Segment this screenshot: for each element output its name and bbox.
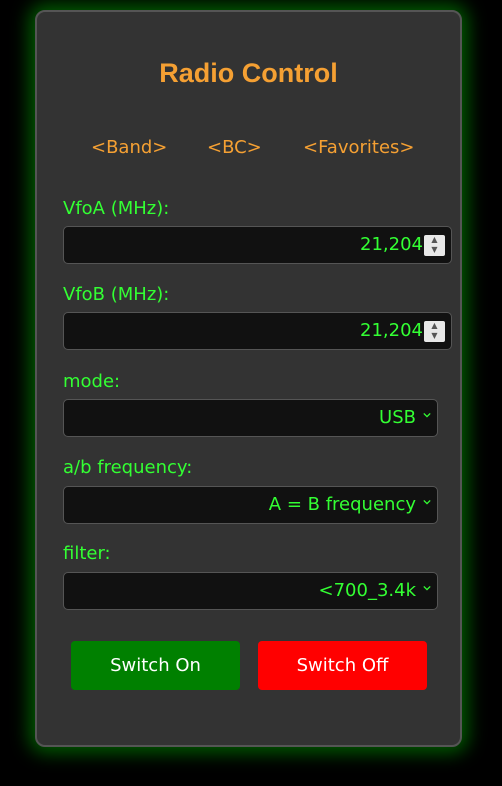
switch-off-button[interactable]: Switch Off	[258, 641, 427, 690]
filter-value: <700_3.4k	[318, 580, 417, 601]
vfoa-label: VfoA (MHz):	[63, 198, 170, 219]
chevron-down-icon	[423, 585, 431, 591]
vfob-input[interactable]: 21,204 ▲ ▼	[63, 312, 452, 350]
vfob-value: 21,204	[360, 320, 423, 341]
vfob-spinner[interactable]: ▲ ▼	[424, 321, 445, 342]
mode-select[interactable]: USB	[63, 399, 438, 437]
filter-select[interactable]: <700_3.4k	[63, 572, 438, 610]
nav-links: <Band> <BC> <Favorites>	[37, 137, 460, 161]
filter-label: filter:	[63, 543, 111, 564]
ab-frequency-select[interactable]: A = B frequency	[63, 486, 438, 524]
spinner-up-icon[interactable]: ▲	[429, 321, 440, 331]
nav-link-bc[interactable]: <BC>	[207, 137, 262, 158]
nav-link-band[interactable]: <Band>	[91, 137, 167, 158]
nav-link-favorites[interactable]: <Favorites>	[303, 137, 414, 158]
spinner-down-icon[interactable]: ▼	[429, 245, 440, 255]
mode-label: mode:	[63, 371, 121, 392]
chevron-down-icon	[423, 412, 431, 418]
vfoa-value: 21,204	[360, 234, 423, 255]
chevron-down-icon	[423, 499, 431, 505]
vfoa-input[interactable]: 21,204 ▲ ▼	[63, 226, 452, 264]
ab-frequency-value: A = B frequency	[268, 494, 416, 515]
vfob-label: VfoB (MHz):	[63, 284, 170, 305]
mode-value: USB	[379, 407, 416, 428]
radio-control-panel: Radio Control <Band> <BC> <Favorites> Vf…	[35, 10, 462, 747]
spinner-up-icon[interactable]: ▲	[429, 235, 440, 245]
ab-frequency-label: a/b frequency:	[63, 457, 193, 478]
vfoa-spinner[interactable]: ▲ ▼	[424, 235, 445, 256]
spinner-down-icon[interactable]: ▼	[429, 331, 440, 341]
page-title: Radio Control	[159, 58, 338, 88]
switch-on-button[interactable]: Switch On	[71, 641, 240, 690]
